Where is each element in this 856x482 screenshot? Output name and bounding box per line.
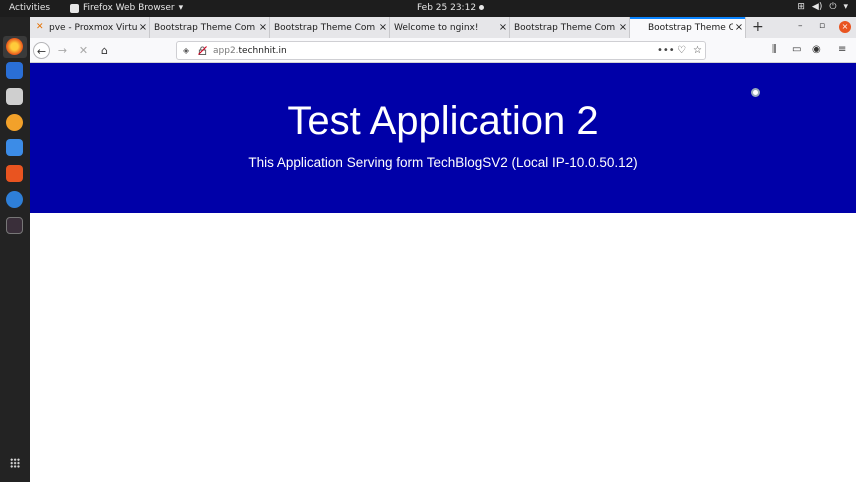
tab-proxmox[interactable]: ✕ pve - Proxmox Virtu ×	[30, 17, 150, 38]
files-icon[interactable]	[6, 88, 23, 105]
pocket-icon[interactable]: ♡	[677, 45, 686, 56]
firefox-app-icon	[70, 3, 79, 13]
proxmox-icon: ✕	[36, 22, 44, 32]
library-icon[interactable]: ⫼	[772, 44, 777, 55]
activities-button[interactable]: Activities	[9, 3, 50, 13]
thunderbird-icon[interactable]	[6, 62, 23, 79]
tab-nginx[interactable]: Welcome to nginx! ×	[390, 17, 510, 38]
volume-icon: ◀)	[811, 2, 823, 12]
bookmark-star-icon[interactable]: ☆	[693, 45, 702, 56]
close-tab-icon[interactable]: ×	[377, 22, 389, 33]
tab-bootstrap-3[interactable]: Bootstrap Theme Com ×	[510, 17, 630, 38]
close-tab-icon[interactable]: ×	[137, 22, 149, 33]
mouse-cursor-icon	[751, 88, 760, 97]
restore-button[interactable]: ▫	[819, 21, 825, 31]
writer-icon[interactable]	[6, 139, 23, 156]
firefox-icon[interactable]	[6, 38, 23, 55]
page-subtitle: This Application Serving form TechBlogSV…	[248, 155, 638, 170]
close-tab-icon[interactable]: ×	[733, 22, 745, 33]
sidebar-icon[interactable]: ▭	[792, 44, 801, 55]
close-tab-icon[interactable]: ×	[497, 22, 509, 33]
navigation-toolbar: ← → ✕ ⌂ ◈ app2.technhit.in ••• ♡ ☆ ⫼ ▭ ◉…	[30, 38, 856, 63]
chevron-down-icon: ▾	[178, 3, 184, 13]
network-icon: ⊞	[797, 2, 805, 12]
terminal-icon[interactable]	[6, 217, 23, 234]
address-bar[interactable]: ◈ app2.technhit.in ••• ♡ ☆	[176, 41, 706, 60]
help-icon[interactable]	[6, 191, 23, 208]
tab-bootstrap-2[interactable]: Bootstrap Theme Com ×	[270, 17, 390, 38]
url-subdomain: app2.	[213, 46, 239, 56]
minimize-button[interactable]: –	[798, 21, 803, 31]
close-tab-icon[interactable]: ×	[617, 22, 629, 33]
tab-title: pve - Proxmox Virtu	[49, 22, 137, 33]
url-domain: technhit.in	[238, 46, 287, 56]
page-content: Test Application 2 This Application Serv…	[30, 63, 856, 482]
tab-title: Bootstrap Theme C	[648, 22, 733, 33]
tab-title: Welcome to nginx!	[394, 22, 479, 33]
chevron-down-icon: ▾	[843, 2, 848, 12]
tab-bootstrap-1[interactable]: Bootstrap Theme Com ×	[150, 17, 270, 38]
app-menu[interactable]: Firefox Web Browser ▾	[70, 3, 183, 13]
menu-icon[interactable]: ≡	[838, 44, 846, 55]
system-tray[interactable]: ⊞ ◀) ⏻ ▾	[797, 2, 848, 12]
clock[interactable]: Feb 25 23:12	[417, 3, 476, 13]
ubuntu-dock	[0, 17, 30, 482]
home-button[interactable]: ⌂	[96, 42, 113, 59]
url-text[interactable]: app2.technhit.in	[213, 46, 287, 56]
gnome-top-bar: Activities Firefox Web Browser ▾ Feb 25 …	[0, 0, 856, 17]
tab-title: Bootstrap Theme Com	[274, 22, 376, 33]
back-button[interactable]: ←	[33, 42, 50, 59]
forward-button[interactable]: →	[54, 42, 71, 59]
tab-title: Bootstrap Theme Com	[154, 22, 256, 33]
tab-title: Bootstrap Theme Com	[514, 22, 616, 33]
app-menu-label: Firefox Web Browser	[83, 3, 175, 13]
show-applications-icon[interactable]	[10, 458, 20, 468]
new-tab-button[interactable]: +	[752, 19, 764, 35]
software-center-icon[interactable]	[6, 165, 23, 182]
stop-button[interactable]: ✕	[75, 42, 92, 59]
power-icon: ⏻	[829, 2, 837, 12]
account-icon[interactable]: ◉	[812, 44, 821, 55]
close-window-button[interactable]: ×	[839, 21, 851, 33]
insecure-lock-icon[interactable]	[198, 46, 207, 55]
close-tab-icon[interactable]: ×	[257, 22, 269, 33]
notification-dot-icon	[479, 5, 484, 10]
tab-strip: ✕ pve - Proxmox Virtu × Bootstrap Theme …	[30, 17, 856, 38]
page-actions-icon[interactable]: •••	[657, 45, 675, 56]
tracking-shield-icon[interactable]: ◈	[183, 46, 189, 55]
page-title: Test Application 2	[287, 99, 599, 143]
rhythmbox-icon[interactable]	[6, 114, 23, 131]
hero-banner: Test Application 2 This Application Serv…	[30, 63, 856, 213]
firefox-window: ✕ pve - Proxmox Virtu × Bootstrap Theme …	[30, 17, 856, 482]
tab-bootstrap-active[interactable]: Bootstrap Theme C ×	[630, 17, 746, 38]
